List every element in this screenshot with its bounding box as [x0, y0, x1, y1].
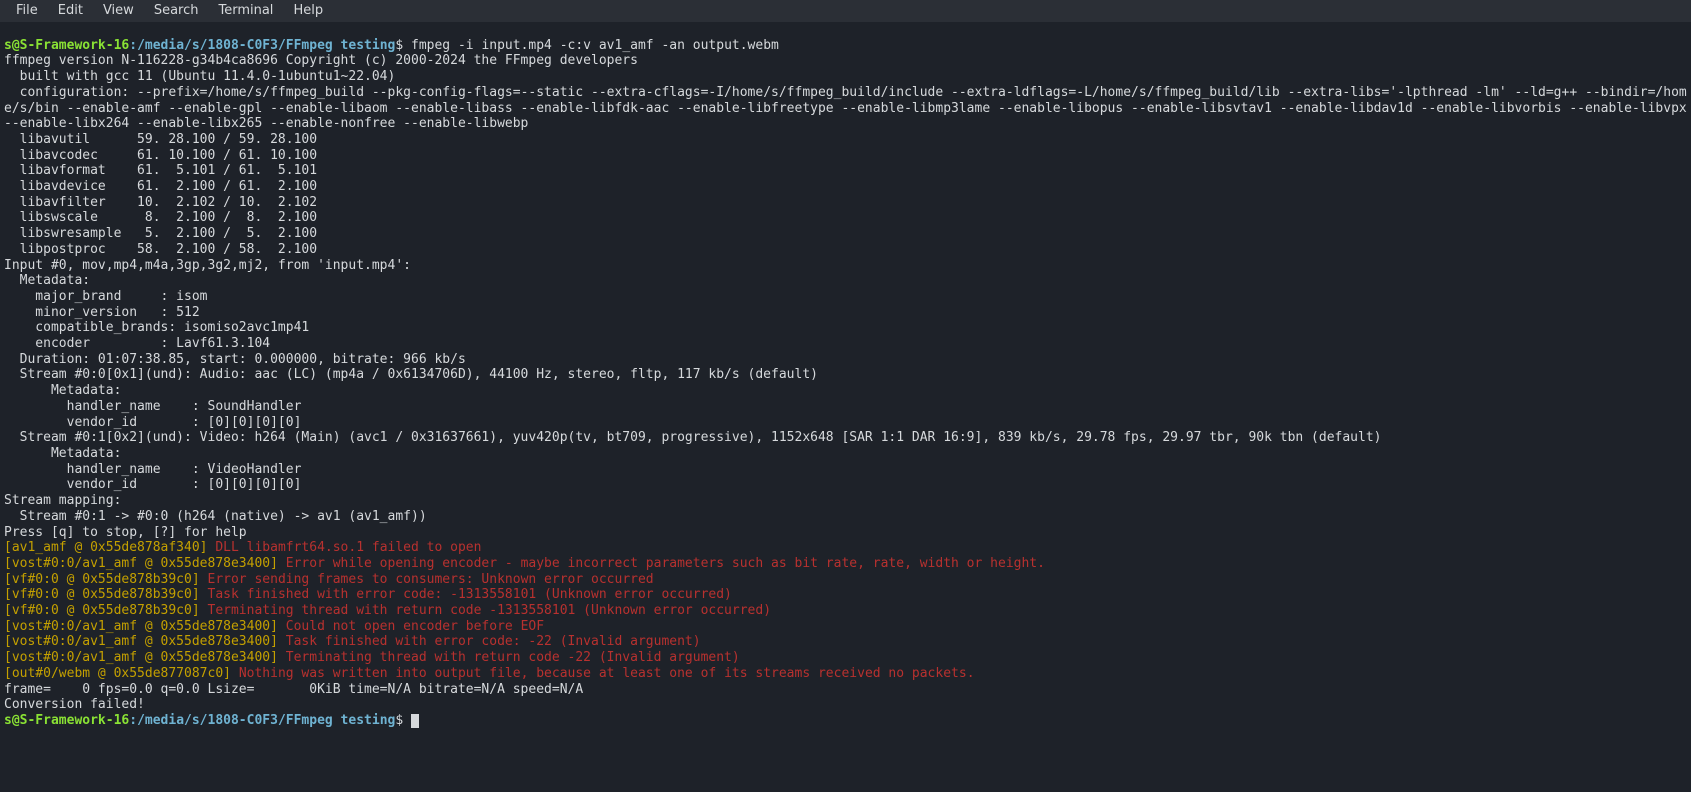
output-line: built with gcc 11 (Ubuntu 11.4.0-1ubuntu…	[4, 69, 395, 84]
output-line: minor_version : 512	[4, 305, 200, 320]
terminal-output[interactable]: s@S-Framework-16:/media/s/1808-C0F3/FFmp…	[0, 22, 1691, 733]
output-line: Metadata:	[4, 383, 121, 398]
output-line: Input #0, mov,mp4,m4a,3gp,3g2,mj2, from …	[4, 258, 411, 273]
command-text: fmpeg -i input.mp4 -c:v av1_amf -an outp…	[411, 38, 779, 53]
error-message: Terminating thread with return code -22 …	[286, 650, 740, 665]
output-line: encoder : Lavf61.3.104	[4, 336, 270, 351]
output-line: Conversion failed!	[4, 697, 145, 712]
prompt-dollar: $	[395, 713, 411, 728]
output-line: Stream mapping:	[4, 493, 121, 508]
output-line: Metadata:	[4, 273, 90, 288]
output-line: libavformat 61. 5.101 / 61. 5.101	[4, 163, 317, 178]
output-line: Press [q] to stop, [?] for help	[4, 525, 247, 540]
output-line: vendor_id : [0][0][0][0]	[4, 477, 301, 492]
error-message: Error sending frames to consumers: Unkno…	[208, 572, 654, 587]
output-line: Stream #0:1 -> #0:0 (h264 (native) -> av…	[4, 509, 427, 524]
cursor	[411, 714, 419, 728]
output-line: compatible_brands: isomiso2avc1mp41	[4, 320, 309, 335]
error-message: DLL libamfrt64.so.1 failed to open	[215, 540, 481, 555]
error-message: Could not open encoder before EOF	[286, 619, 544, 634]
prompt-user: s@S-Framework-16	[4, 38, 129, 53]
error-context: [vost#0:0/av1_amf @ 0x55de878e3400]	[4, 650, 286, 665]
error-message: Task finished with error code: -13135581…	[208, 587, 732, 602]
menubar: File Edit View Search Terminal Help	[0, 0, 1691, 22]
error-context: [vost#0:0/av1_amf @ 0x55de878e3400]	[4, 619, 286, 634]
output-line: frame= 0 fps=0.0 q=0.0 Lsize= 0KiB time=…	[4, 682, 583, 697]
menu-view[interactable]: View	[93, 1, 144, 21]
prompt-user: s@S-Framework-16	[4, 713, 129, 728]
error-context: [vf#0:0 @ 0x55de878b39c0]	[4, 603, 208, 618]
prompt-colon: :	[129, 713, 137, 728]
output-line: libavfilter 10. 2.102 / 10. 2.102	[4, 195, 317, 210]
menu-edit[interactable]: Edit	[48, 1, 93, 21]
menu-terminal[interactable]: Terminal	[208, 1, 283, 21]
prompt-colon: :	[129, 38, 137, 53]
output-line: handler_name : VideoHandler	[4, 462, 301, 477]
error-context: [vf#0:0 @ 0x55de878b39c0]	[4, 587, 208, 602]
error-context: [out#0/webm @ 0x55de877087c0]	[4, 666, 239, 681]
prompt-dollar: $	[395, 38, 411, 53]
output-line: configuration: --prefix=/home/s/ffmpeg_b…	[4, 85, 1687, 132]
error-context: [vf#0:0 @ 0x55de878b39c0]	[4, 572, 208, 587]
output-line: Stream #0:0[0x1](und): Audio: aac (LC) (…	[4, 367, 818, 382]
error-message: Terminating thread with return code -131…	[208, 603, 772, 618]
error-message: Error while opening encoder - maybe inco…	[286, 556, 1045, 571]
error-context: [vost#0:0/av1_amf @ 0x55de878e3400]	[4, 556, 286, 571]
error-context: [vost#0:0/av1_amf @ 0x55de878e3400]	[4, 634, 286, 649]
output-line: libswscale 8. 2.100 / 8. 2.100	[4, 210, 317, 225]
output-line: libavdevice 61. 2.100 / 61. 2.100	[4, 179, 317, 194]
output-line: Metadata:	[4, 446, 121, 461]
error-context: [av1_amf @ 0x55de878af340]	[4, 540, 215, 555]
output-line: Stream #0:1[0x2](und): Video: h264 (Main…	[4, 430, 1382, 445]
output-line: handler_name : SoundHandler	[4, 399, 301, 414]
output-line: ffmpeg version N-116228-g34b4ca8696 Copy…	[4, 53, 638, 68]
error-message: Nothing was written into output file, be…	[239, 666, 975, 681]
menu-search[interactable]: Search	[144, 1, 209, 21]
output-line: libswresample 5. 2.100 / 5. 2.100	[4, 226, 317, 241]
output-line: Duration: 01:07:38.85, start: 0.000000, …	[4, 352, 466, 367]
menu-file[interactable]: File	[6, 1, 48, 21]
menu-help[interactable]: Help	[283, 1, 333, 21]
output-line: libavutil 59. 28.100 / 59. 28.100	[4, 132, 317, 147]
prompt-path: /media/s/1808-C0F3/FFmpeg testing	[137, 713, 395, 728]
output-line: libavcodec 61. 10.100 / 61. 10.100	[4, 148, 317, 163]
error-message: Task finished with error code: -22 (Inva…	[286, 634, 701, 649]
output-line: vendor_id : [0][0][0][0]	[4, 415, 301, 430]
output-line: major_brand : isom	[4, 289, 208, 304]
output-line: libpostproc 58. 2.100 / 58. 2.100	[4, 242, 317, 257]
prompt-path: /media/s/1808-C0F3/FFmpeg testing	[137, 38, 395, 53]
